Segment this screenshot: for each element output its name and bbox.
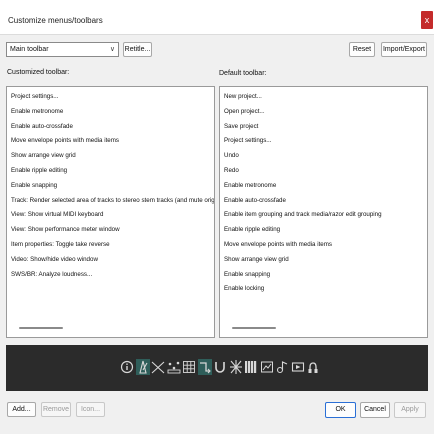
icon-button[interactable]: Icon... — [76, 402, 105, 417]
snap-icon[interactable] — [213, 359, 227, 375]
loudness-icon[interactable] — [306, 359, 320, 375]
chevron-down-icon: ∨ — [109, 46, 115, 53]
list-item[interactable]: Enable auto-crossfade — [7, 120, 214, 135]
ripple-icon[interactable] — [197, 359, 212, 375]
midi-keyboard-icon[interactable] — [244, 359, 258, 375]
list-item[interactable]: Project settings... — [220, 134, 427, 149]
close-button[interactable]: x — [421, 11, 433, 29]
list-item[interactable]: Redo — [220, 164, 427, 179]
list-item[interactable]: Enable item grouping and track media/raz… — [220, 208, 427, 223]
list-item[interactable]: View: Show performance meter window — [7, 223, 214, 238]
list-item[interactable]: New project... — [220, 90, 427, 105]
list-item[interactable]: SWS/BR: Analyze loudness... — [7, 268, 214, 283]
list-item[interactable]: Enable locking — [220, 282, 427, 297]
list-item[interactable]: View: Show virtual MIDI keyboard — [7, 208, 214, 223]
toolbar-select-value: Main toolbar — [10, 46, 49, 53]
apply-button[interactable]: Apply — [394, 402, 426, 418]
list-item[interactable]: Enable ripple editing — [7, 164, 214, 179]
performance-meter-icon[interactable] — [260, 359, 274, 375]
take-reverse-icon[interactable] — [275, 359, 289, 375]
list-item[interactable]: Track: Render selected area of tracks to… — [7, 194, 214, 209]
window-title: Customize menus/toolbars — [8, 16, 103, 25]
list-item[interactable]: Enable auto-crossfade — [220, 194, 427, 209]
list-item[interactable]: Video: Show/hide video window — [7, 253, 214, 268]
reset-button[interactable]: Reset — [349, 42, 375, 57]
list-item[interactable]: Open project... — [220, 105, 427, 120]
customized-toolbar-label: Customized toolbar: — [7, 69, 70, 76]
list-item[interactable]: Move envelope points with media items — [7, 134, 214, 149]
horizontal-scrollbar[interactable] — [19, 327, 63, 329]
customized-toolbar-list[interactable]: Project settings... Enable metronome Enabl… — [6, 86, 215, 338]
render-stems-icon[interactable] — [229, 359, 243, 375]
cancel-button[interactable]: Cancel — [360, 402, 390, 418]
info-icon[interactable] — [120, 359, 134, 375]
list-item[interactable]: Item properties: Toggle take reverse — [7, 238, 214, 253]
ok-button[interactable]: OK — [325, 402, 356, 418]
remove-button[interactable]: Remove — [41, 402, 71, 417]
list-item[interactable]: Undo — [220, 149, 427, 164]
metronome-icon[interactable] — [135, 359, 150, 375]
crossfade-icon[interactable] — [151, 359, 165, 375]
default-toolbar-label: Default toolbar: — [219, 70, 267, 77]
video-window-icon[interactable] — [291, 359, 305, 375]
list-item[interactable]: Move envelope points with media items — [220, 238, 427, 253]
list-item[interactable]: Enable snapping — [220, 268, 427, 283]
title-bar: Customize menus/toolbars x — [0, 0, 434, 35]
list-item[interactable]: Project settings... — [7, 90, 214, 105]
list-item[interactable]: Show arrange view grid — [220, 253, 427, 268]
customize-toolbars-window: Customize menus/toolbars x Main toolbar … — [0, 0, 434, 434]
list-item[interactable]: Save project — [220, 120, 427, 135]
toolbar-select[interactable]: Main toolbar ∨ — [6, 42, 119, 57]
toolbar-preview — [6, 345, 428, 391]
list-item[interactable]: Show arrange view grid — [7, 149, 214, 164]
list-item[interactable]: Enable metronome — [220, 179, 427, 194]
default-toolbar-list[interactable]: New project... Open project... Save projec… — [219, 86, 428, 338]
import-export-button[interactable]: Import/Export — [381, 42, 427, 57]
add-button[interactable]: Add... — [7, 402, 36, 417]
grid-icon[interactable] — [182, 359, 196, 375]
list-item[interactable]: Enable metronome — [7, 105, 214, 120]
horizontal-scrollbar[interactable] — [232, 327, 276, 329]
list-item[interactable]: Enable snapping — [7, 179, 214, 194]
retitle-button[interactable]: Retitle... — [123, 42, 152, 57]
list-item[interactable]: Enable ripple editing — [220, 223, 427, 238]
envelope-points-icon[interactable] — [167, 359, 181, 375]
